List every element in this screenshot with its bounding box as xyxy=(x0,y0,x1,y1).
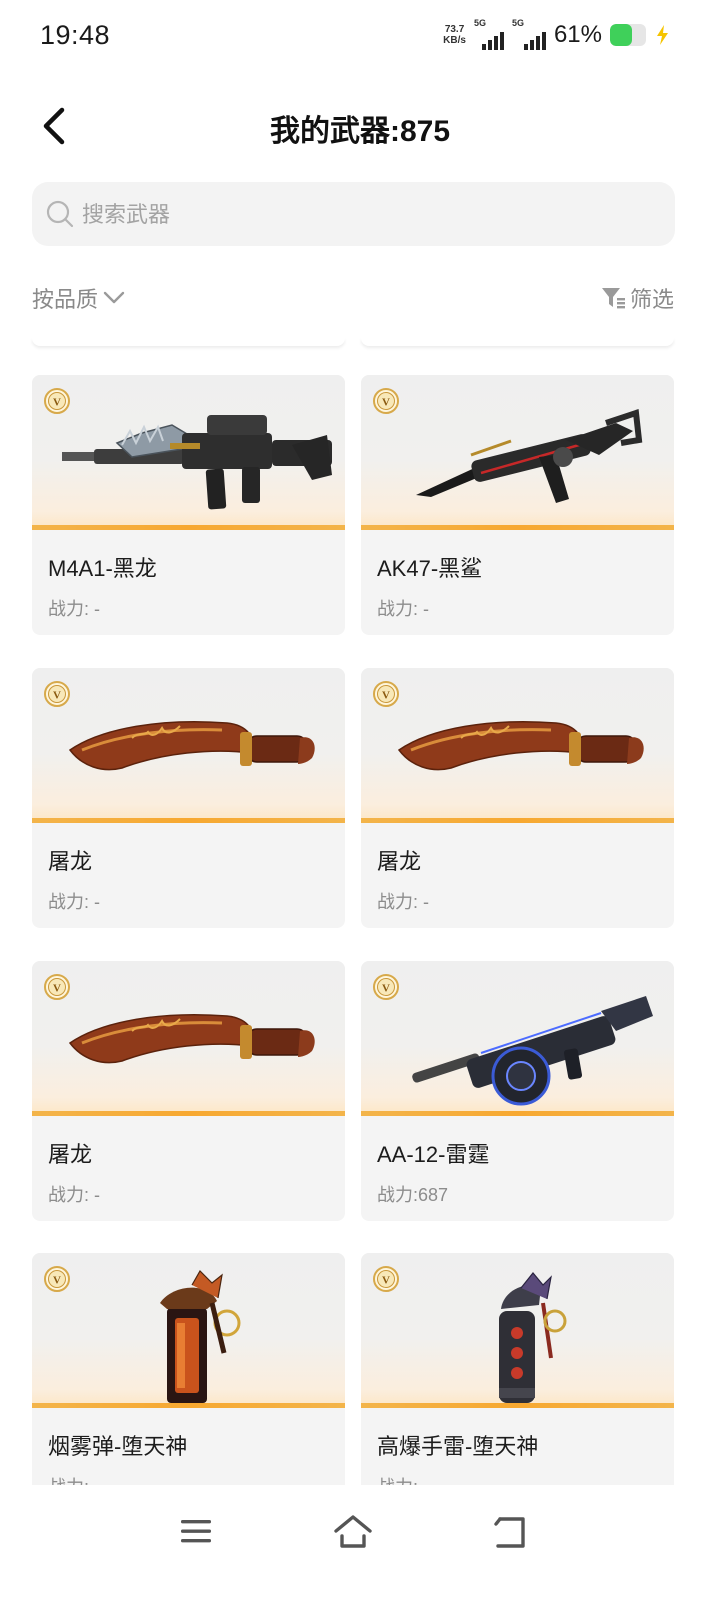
weapon-name: AK47-黑鲨 xyxy=(377,556,483,581)
charging-icon xyxy=(657,25,668,45)
kukri-knife-icon xyxy=(68,720,315,771)
signal-1-icon: 5G xyxy=(473,18,504,50)
net-speed-value: 73.7 xyxy=(444,24,465,35)
net-speed-unit: KB/s xyxy=(443,35,466,46)
weapon-name: 屠龙 xyxy=(377,849,422,874)
weapon-name: 烟雾弹-堕天神 xyxy=(48,1434,188,1459)
vip-badge-icon: V xyxy=(373,1266,399,1292)
svg-text:V: V xyxy=(53,983,61,995)
svg-text:V: V xyxy=(53,397,61,409)
he-grenade-icon xyxy=(499,1272,567,1403)
weapon-image-area: V xyxy=(361,668,674,823)
weapon-grid[interactable]: V M4A1-黑龙 战力: - V AK47-黑鲨 战力: - V 屠龙 战力:… xyxy=(0,338,720,1485)
weapon-power: 战力:687 xyxy=(377,1185,449,1205)
vip-badge-icon: V xyxy=(373,974,399,1000)
weapon-image-area: V xyxy=(32,668,345,823)
weapon-card[interactable]: V AK47-黑鲨 战力: - xyxy=(361,375,674,635)
weapon-image-area: V xyxy=(32,1253,345,1408)
vip-badge-icon: V xyxy=(373,388,399,414)
vip-badge-icon: V xyxy=(373,681,399,707)
header: 我的武器:875 xyxy=(0,90,720,162)
search-bar[interactable] xyxy=(32,182,675,246)
filter-icon xyxy=(601,288,625,309)
signal-2-icon: 5G xyxy=(511,18,546,50)
shotgun-aa12-icon xyxy=(412,996,653,1106)
battery-icon xyxy=(610,24,646,46)
weapon-image-area: V xyxy=(32,961,345,1116)
net-speed: 73.7 KB/s xyxy=(443,24,466,46)
weapon-power: 战力: - xyxy=(48,892,100,912)
svg-text:V: V xyxy=(382,690,390,702)
weapon-name: 屠龙 xyxy=(48,1142,93,1167)
home-icon[interactable] xyxy=(333,1511,373,1551)
back-icon[interactable] xyxy=(490,1511,530,1551)
search-input[interactable] xyxy=(80,192,644,238)
weapon-name: M4A1-黑龙 xyxy=(48,556,157,581)
status-bar: 19:48 73.7 KB/s 5G 5G 61% xyxy=(0,0,720,72)
vip-badge-icon: V xyxy=(44,388,70,414)
weapon-power: 战力: - xyxy=(48,599,100,619)
svg-text:V: V xyxy=(382,983,390,995)
weapon-power: 战力: - xyxy=(377,1473,429,1485)
sort-dropdown[interactable]: 按品质 xyxy=(32,282,126,314)
weapon-card[interactable]: V 屠龙 战力: - xyxy=(32,668,345,928)
sim2-label: 5G xyxy=(511,18,524,28)
svg-text:V: V xyxy=(382,1275,390,1287)
weapon-image-area: V xyxy=(361,1253,674,1408)
kukri-knife-icon xyxy=(397,720,644,771)
menu-icon[interactable] xyxy=(176,1511,216,1551)
vip-badge-icon: V xyxy=(44,681,70,707)
status-icons: 73.7 KB/s 5G 5G 61% xyxy=(443,18,670,50)
weapon-name: 屠龙 xyxy=(48,849,93,874)
system-nav-bar xyxy=(0,1485,720,1600)
rifle-ak47-icon xyxy=(416,408,643,503)
weapon-name: AA-12-雷霆 xyxy=(377,1142,490,1167)
page-title: 我的武器:875 xyxy=(269,115,451,148)
battery-percent: 61% xyxy=(553,21,602,48)
rifle-m4a1-icon xyxy=(62,415,332,510)
weapon-card[interactable]: V 屠龙 战力: - xyxy=(32,961,345,1221)
weapon-power: 战力: - xyxy=(377,599,429,619)
weapon-image-area: V xyxy=(361,961,674,1116)
weapon-power: 战力: - xyxy=(48,1473,100,1485)
smoke-grenade-icon xyxy=(160,1270,241,1403)
filter-button[interactable]: 筛选 xyxy=(600,282,674,314)
weapon-power: 战力: - xyxy=(48,1185,100,1205)
weapon-card[interactable]: V 烟雾弹-堕天神 战力: - xyxy=(32,1253,345,1485)
weapon-card[interactable]: V AA-12-雷霆 战力:687 xyxy=(361,961,674,1221)
vip-badge-icon: V xyxy=(44,1266,70,1292)
weapon-image-area: V xyxy=(32,375,345,530)
status-time: 19:48 xyxy=(40,20,111,50)
vip-badge-icon: V xyxy=(44,974,70,1000)
weapon-card[interactable]: V 屠龙 战力: - xyxy=(361,668,674,928)
kukri-knife-icon xyxy=(68,1013,315,1064)
sim1-label: 5G xyxy=(473,18,486,28)
svg-text:V: V xyxy=(382,397,390,409)
search-icon xyxy=(46,200,74,228)
partial-card xyxy=(32,338,345,346)
weapon-power: 战力: - xyxy=(377,892,429,912)
svg-text:V: V xyxy=(53,1275,61,1287)
partial-card xyxy=(361,338,674,346)
weapon-card[interactable]: V 高爆手雷-堕天神 战力: - xyxy=(361,1253,674,1485)
weapon-name: 高爆手雷-堕天神 xyxy=(377,1434,539,1459)
chevron-down-icon xyxy=(103,291,125,304)
filter-label: 筛选 xyxy=(629,287,674,312)
sort-label: 按品质 xyxy=(32,287,99,312)
weapon-image-area: V xyxy=(361,375,674,530)
svg-text:V: V xyxy=(53,690,61,702)
weapon-card[interactable]: V M4A1-黑龙 战力: - xyxy=(32,375,345,635)
